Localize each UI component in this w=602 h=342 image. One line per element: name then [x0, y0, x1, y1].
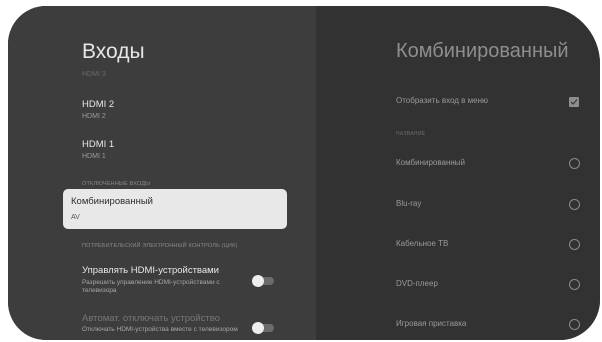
name-option[interactable]: Игровая приставка [396, 319, 586, 328]
name-option[interactable]: Blu-ray [396, 199, 586, 208]
auto-off-title: Автомат. отключать устройство [82, 313, 220, 324]
toggle-knob [252, 322, 264, 334]
input-item-sub: HDMI 1 [82, 153, 106, 160]
radio-button[interactable] [569, 158, 580, 169]
toggle-knob [252, 275, 264, 287]
input-item-hdmi2[interactable]: HDMI 2 HDMI 2 [82, 99, 282, 120]
radio-button[interactable] [569, 199, 580, 210]
radio-button[interactable] [569, 279, 580, 290]
detail-title: Комбинированный [396, 40, 569, 62]
radio-button[interactable] [569, 239, 580, 250]
radio-button[interactable] [569, 319, 580, 330]
name-option[interactable]: Кабельное ТВ [396, 239, 586, 248]
auto-off-toggle[interactable] [252, 322, 274, 334]
page-title: Входы [82, 40, 145, 63]
hdmi-control-toggle[interactable] [252, 275, 274, 287]
section-name: НАЗВАНИЕ [396, 131, 426, 137]
input-item-sub: HDMI 2 [82, 113, 106, 120]
input-item-label: HDMI 1 [82, 139, 115, 150]
input-item-sub: AV [71, 214, 80, 221]
section-cec: ПОТРЕБИТЕЛЬСКИЙ ЭЛЕКТРОННЫЙ КОНТРОЛЬ (ЦИ… [82, 243, 238, 249]
section-disconnected-inputs: ОТКЛЮЧЕННЫЕ ВХОДЫ [82, 181, 151, 187]
check-icon [570, 99, 578, 105]
input-item-hdmi1[interactable]: HDMI 1 HDMI 1 [82, 139, 282, 160]
name-option[interactable]: Комбинированный [396, 158, 586, 167]
show-in-menu-checkbox[interactable] [569, 97, 579, 107]
name-option[interactable]: DVD-плеер [396, 279, 586, 288]
auto-off-desc: Отключать HDMI-устройства вместе с телев… [82, 326, 238, 333]
show-in-menu-label: Отобразить вход в меню [396, 96, 488, 105]
clipped-list-item: HDMI 3 [82, 71, 106, 78]
hdmi-control-title: Управлять HDMI-устройствами [82, 265, 219, 276]
input-item-label: Комбинированный [71, 196, 153, 207]
input-item-composite[interactable]: Комбинированный AV [63, 189, 287, 229]
hdmi-control-desc: Разрешить управление HDMI-устройствами с… [82, 279, 220, 294]
input-item-label: HDMI 2 [82, 99, 115, 110]
